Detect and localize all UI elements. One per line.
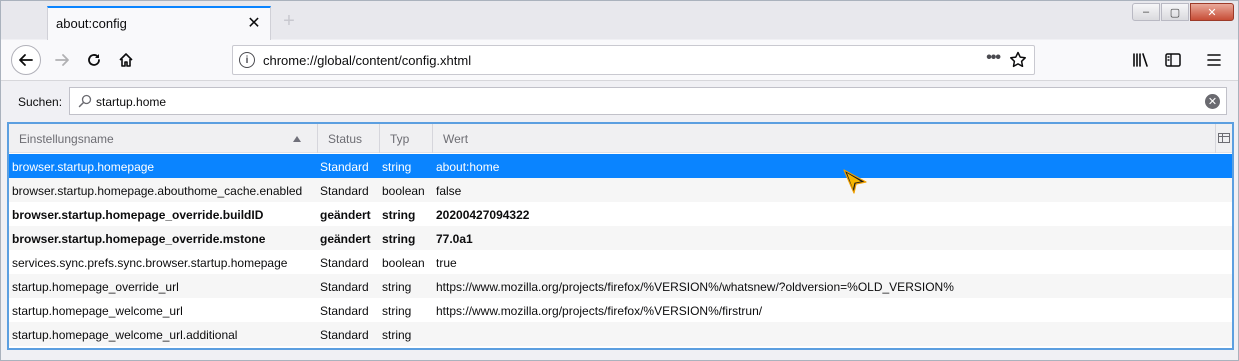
table-row[interactable]: startup.homepage_welcome_url Standard st…	[9, 298, 1232, 322]
pref-status: Standard	[320, 304, 369, 318]
pref-name: startup.homepage_welcome_url.additional	[12, 328, 238, 342]
pref-type: boolean	[382, 256, 425, 270]
pref-type: boolean	[382, 184, 425, 198]
pref-name: browser.startup.homepage_override.buildI…	[12, 208, 264, 222]
home-icon	[119, 53, 133, 67]
library-icon	[1133, 53, 1148, 67]
column-header-typ-label: Typ	[390, 132, 410, 146]
library-button[interactable]	[1129, 48, 1153, 72]
back-button[interactable]	[11, 45, 41, 75]
app-menu-button[interactable]	[1202, 48, 1226, 72]
config-search-row: Suchen: startup.home ✕	[1, 82, 1238, 120]
pref-status: geändert	[320, 208, 371, 222]
pref-name: browser.startup.homepage	[12, 160, 155, 174]
column-header-wert-label: Wert	[443, 132, 469, 146]
pref-value: https://www.mozilla.org/projects/firefox…	[436, 304, 763, 318]
tab-title: about:config	[56, 16, 127, 31]
column-header-wert[interactable]: Wert	[433, 124, 1216, 153]
table-body: browser.startup.homepage Standard string…	[9, 154, 1232, 346]
column-header-typ[interactable]: Typ	[380, 124, 433, 153]
table-row[interactable]: services.sync.prefs.sync.browser.startup…	[9, 250, 1232, 274]
reload-button[interactable]	[79, 45, 109, 75]
pref-status: Standard	[320, 328, 369, 342]
url-text[interactable]: chrome://global/content/config.xhtml	[263, 53, 471, 68]
pref-value: 77.0a1	[436, 232, 473, 246]
column-header-name[interactable]: Einstellungsname	[9, 124, 318, 153]
table-row[interactable]: startup.homepage_welcome_url.additional …	[9, 322, 1232, 346]
page-actions-icon[interactable]: •••	[986, 49, 1001, 67]
table-row[interactable]: browser.startup.homepage.abouthome_cache…	[9, 178, 1232, 202]
table-row[interactable]: browser.startup.homepage Standard string…	[9, 154, 1232, 178]
search-value[interactable]: startup.home	[96, 95, 166, 109]
tab-about-config[interactable]: about:config ✕	[47, 6, 271, 40]
mouse-cursor-icon	[843, 169, 867, 194]
pref-type: string	[382, 232, 416, 246]
preferences-table: Einstellungsname Status Typ Wert browser…	[7, 122, 1234, 350]
pref-name: browser.startup.homepage.abouthome_cache…	[12, 184, 303, 198]
pref-type: string	[382, 328, 412, 342]
column-picker-icon[interactable]	[1218, 132, 1230, 144]
reload-icon	[88, 54, 100, 66]
pref-type: string	[382, 304, 412, 318]
close-tab-icon[interactable]: ✕	[244, 13, 264, 33]
column-header-name-label: Einstellungsname	[19, 132, 114, 146]
new-tab-icon[interactable]: +	[279, 9, 299, 33]
forward-arrow-icon	[55, 54, 69, 66]
table-row[interactable]: browser.startup.homepage_override.buildI…	[9, 202, 1232, 226]
search-label: Suchen:	[18, 95, 63, 109]
sidebar-button[interactable]	[1161, 48, 1185, 72]
table-header: Einstellungsname Status Typ Wert	[9, 124, 1232, 153]
search-icon	[78, 94, 92, 108]
url-bar[interactable]: i chrome://global/content/config.xhtml •…	[232, 45, 1035, 75]
pref-value: true	[436, 256, 457, 270]
pref-name: startup.homepage_override_url	[12, 280, 179, 294]
sort-ascending-icon	[293, 136, 301, 142]
minimize-button[interactable]: –	[1132, 3, 1160, 21]
hamburger-menu-icon	[1207, 54, 1221, 66]
pref-value: 20200427094322	[436, 208, 530, 222]
pref-type: string	[382, 280, 412, 294]
tab-strip: about:config ✕ + – ▢ ✕	[1, 1, 1238, 40]
column-header-status[interactable]: Status	[318, 124, 380, 153]
pref-name: startup.homepage_welcome_url	[12, 304, 183, 318]
search-input[interactable]: startup.home ✕	[69, 87, 1227, 115]
maximize-button[interactable]: ▢	[1161, 3, 1189, 21]
pref-name: services.sync.prefs.sync.browser.startup…	[12, 256, 288, 270]
pref-status: Standard	[320, 256, 369, 270]
pref-status: Standard	[320, 160, 369, 174]
table-row[interactable]: startup.homepage_override_url Standard s…	[9, 274, 1232, 298]
navigation-toolbar: i chrome://global/content/config.xhtml •…	[1, 40, 1238, 81]
bookmark-star-icon[interactable]	[1008, 50, 1028, 70]
clear-search-icon[interactable]: ✕	[1205, 94, 1220, 109]
pref-type: string	[382, 208, 416, 222]
pref-status: Standard	[320, 280, 369, 294]
sidebar-icon	[1165, 53, 1181, 67]
site-info-icon[interactable]: i	[239, 52, 255, 68]
pref-name: browser.startup.homepage_override.mstone	[12, 232, 266, 246]
forward-button[interactable]	[47, 45, 77, 75]
pref-value: https://www.mozilla.org/projects/firefox…	[436, 280, 954, 294]
pref-type: string	[382, 160, 412, 174]
window-close-button[interactable]: ✕	[1190, 3, 1234, 21]
home-button[interactable]	[111, 45, 141, 75]
browser-window: about:config ✕ + – ▢ ✕ i chrome://global…	[0, 0, 1239, 361]
pref-status: Standard	[320, 184, 369, 198]
pref-status: geändert	[320, 232, 371, 246]
pref-value: false	[436, 184, 462, 198]
back-arrow-icon	[19, 54, 33, 66]
column-header-status-label: Status	[328, 132, 363, 146]
pref-value: about:home	[436, 160, 500, 174]
table-row[interactable]: browser.startup.homepage_override.mstone…	[9, 226, 1232, 250]
